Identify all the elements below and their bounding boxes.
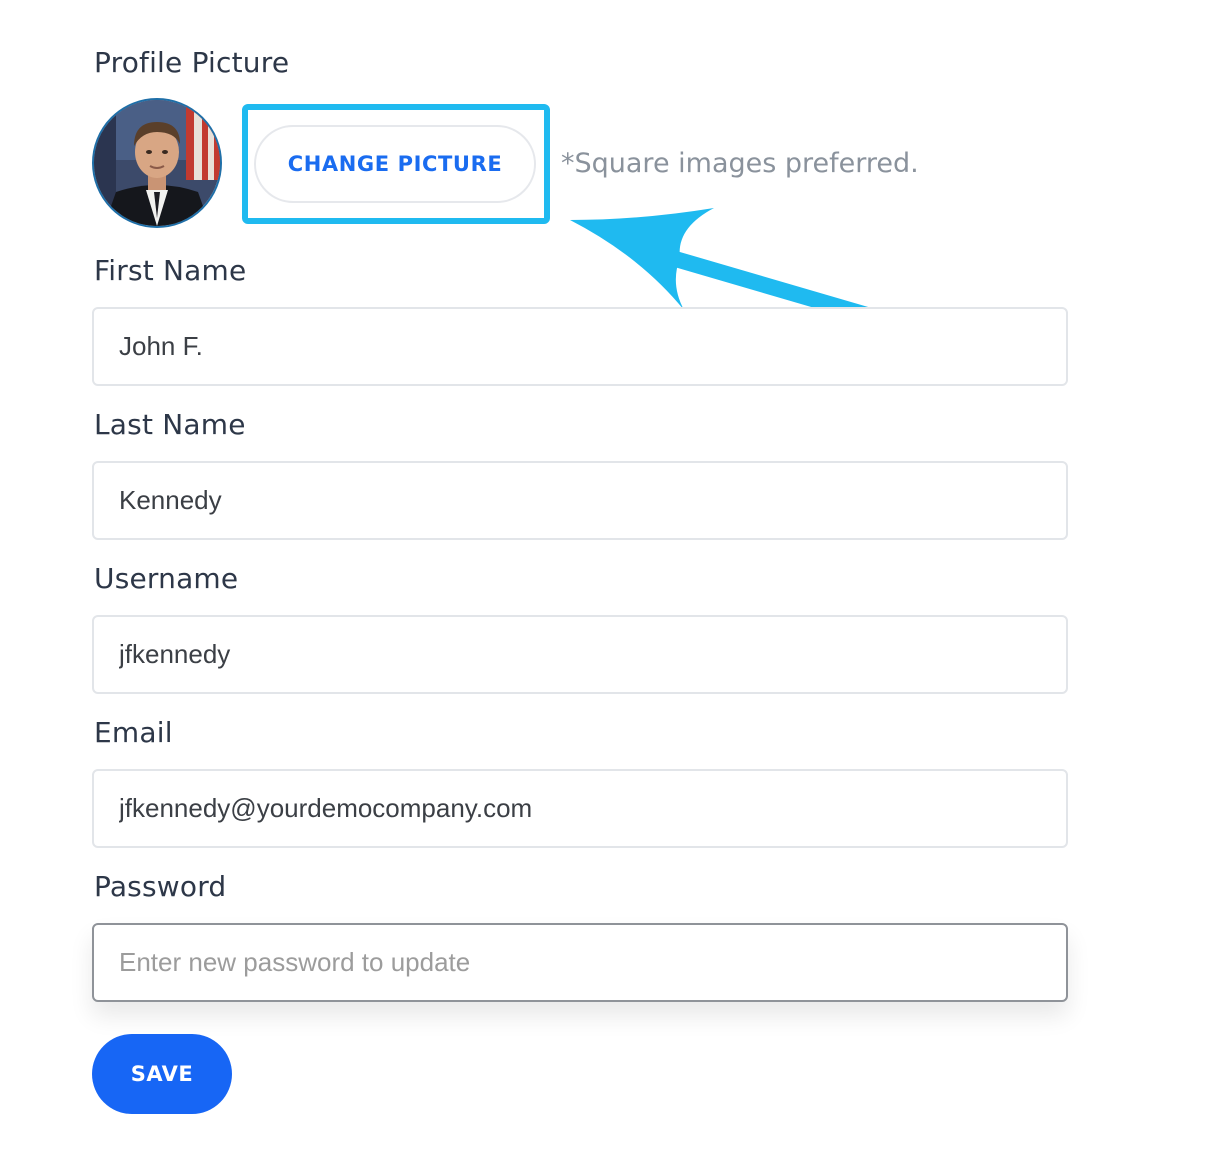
avatar bbox=[92, 98, 222, 228]
avatar-portrait-image bbox=[94, 100, 220, 226]
password-input[interactable] bbox=[92, 923, 1068, 1002]
first-name-input[interactable] bbox=[92, 307, 1068, 386]
username-label: Username bbox=[94, 562, 239, 595]
email-input[interactable] bbox=[92, 769, 1068, 848]
change-picture-button[interactable]: CHANGE PICTURE bbox=[254, 125, 536, 203]
first-name-label: First Name bbox=[94, 254, 247, 287]
profile-picture-label: Profile Picture bbox=[94, 46, 290, 79]
last-name-input[interactable] bbox=[92, 461, 1068, 540]
last-name-label: Last Name bbox=[94, 408, 246, 441]
username-input[interactable] bbox=[92, 615, 1068, 694]
square-images-hint: *Square images preferred. bbox=[561, 148, 919, 179]
save-button[interactable]: SAVE bbox=[92, 1034, 232, 1114]
password-label: Password bbox=[94, 870, 227, 903]
email-label: Email bbox=[94, 716, 173, 749]
